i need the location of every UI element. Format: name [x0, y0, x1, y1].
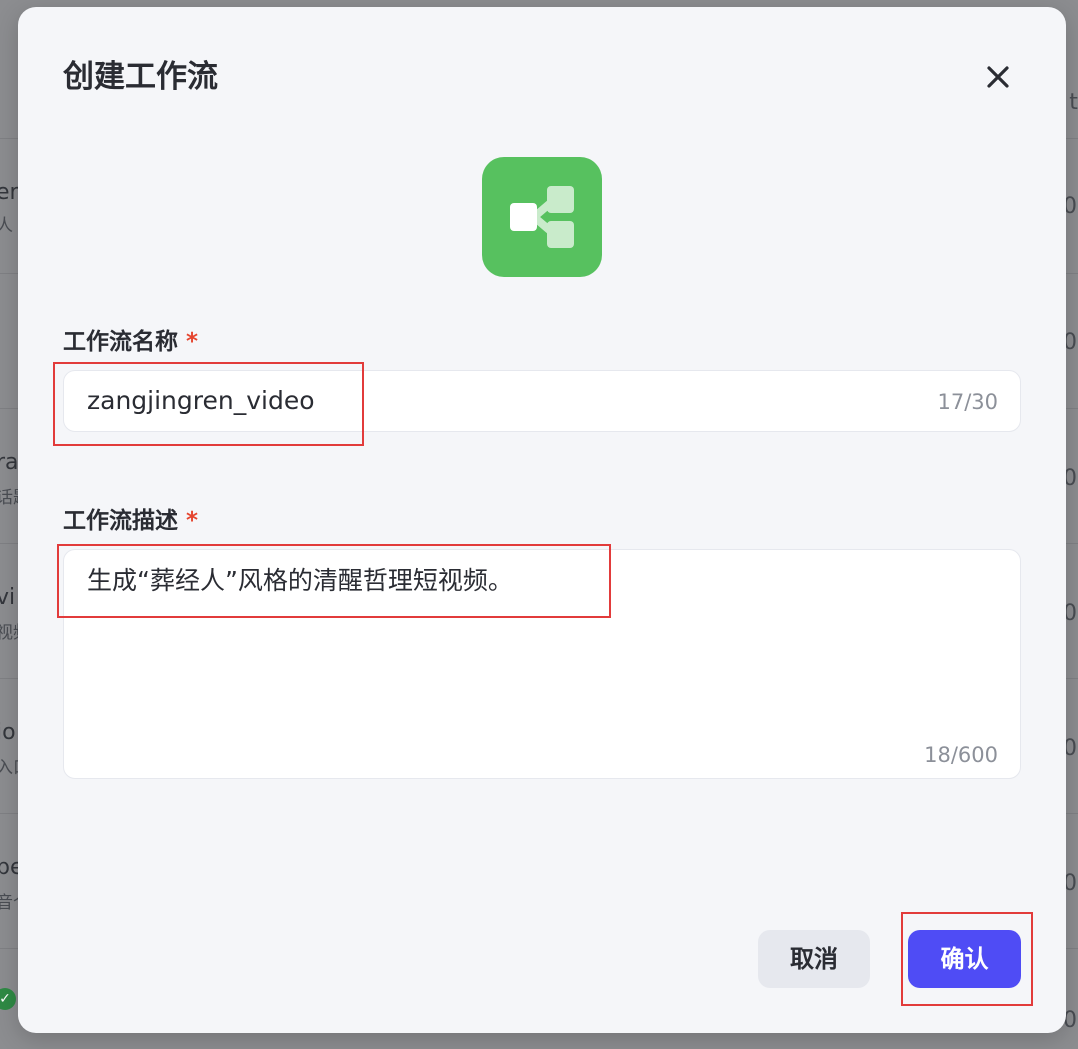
name-char-counter: 17/30 [937, 390, 998, 414]
create-workflow-dialog: 创建工作流 工作流名称 * zangjingren_video 17/30 工作流… [18, 7, 1066, 1033]
close-button[interactable] [978, 57, 1018, 97]
confirm-button[interactable]: 确认 [908, 930, 1021, 988]
bg-header-text: ti [1069, 90, 1078, 115]
description-char-counter: 18/600 [924, 743, 998, 767]
check-icon: ✓ [0, 988, 16, 1010]
cancel-button[interactable]: 取消 [758, 930, 870, 988]
bg-row-subtitle: 人 [0, 216, 13, 236]
close-icon [978, 57, 1018, 97]
workflow-name-value: zangjingren_video [87, 386, 315, 415]
bg-row-title: io [0, 720, 16, 745]
bg-row-title: ra [0, 450, 19, 475]
description-field-label: 工作流描述 * [63, 506, 198, 536]
required-mark: * [186, 329, 199, 355]
workflow-description-textarea[interactable]: 生成“葬经人”风格的清醒哲理短视频。 18/600 [63, 549, 1021, 779]
description-label-text: 工作流描述 [63, 508, 178, 534]
workflow-description-value: 生成“葬经人”风格的清醒哲理短视频。 [87, 566, 513, 595]
name-field-label: 工作流名称 * [63, 327, 198, 357]
dialog-title: 创建工作流 [63, 59, 218, 95]
name-label-text: 工作流名称 [63, 329, 178, 355]
workflow-icon [482, 157, 602, 277]
workflow-name-input[interactable]: zangjingren_video 17/30 [63, 370, 1021, 432]
required-mark: * [186, 508, 199, 534]
bg-row-title: vi [0, 585, 16, 610]
